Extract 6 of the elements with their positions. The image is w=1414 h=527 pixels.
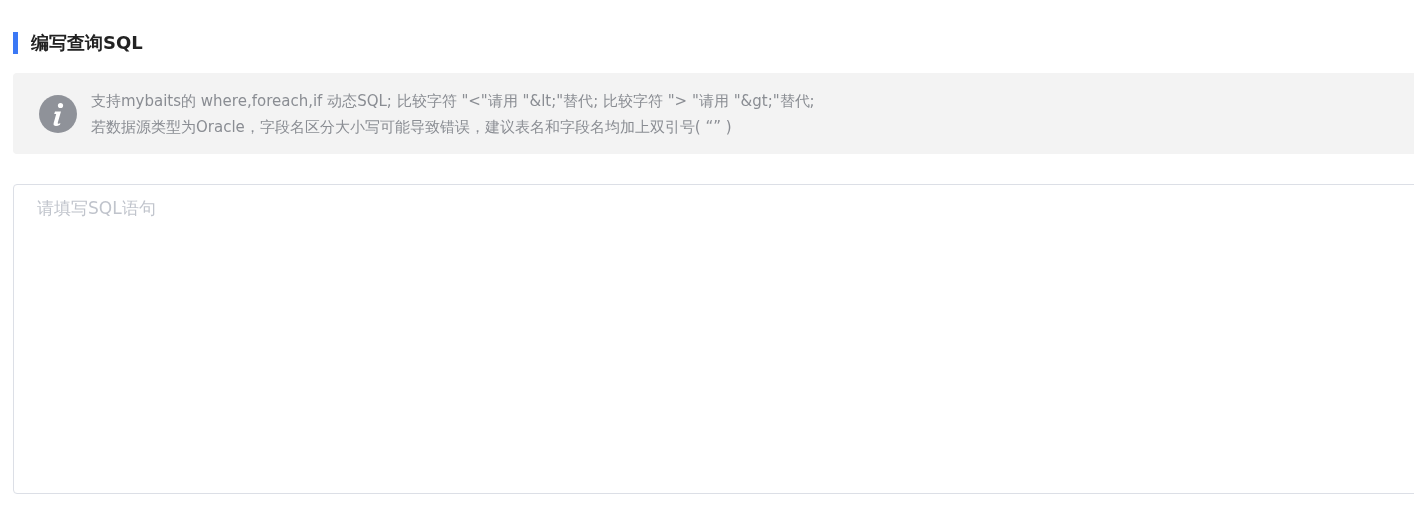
info-icon	[39, 94, 77, 133]
sql-input-field[interactable]: 请填写SQL语句	[13, 184, 1414, 494]
section-title: 编写查询SQL	[31, 31, 143, 55]
accent-bar	[13, 32, 18, 54]
notice-text: 若数据源类型为Oracle，字段名区分大小写可能导致错误，建议表名和字段名均加上双引号( “” )	[91, 116, 733, 138]
notice-text: 支持mybaits的 where,foreach,if 动态SQL; 比较字符 "<"请用 "&lt;"替代; 比较字符 "> "请用 "&gt;"替代;	[91, 90, 815, 112]
